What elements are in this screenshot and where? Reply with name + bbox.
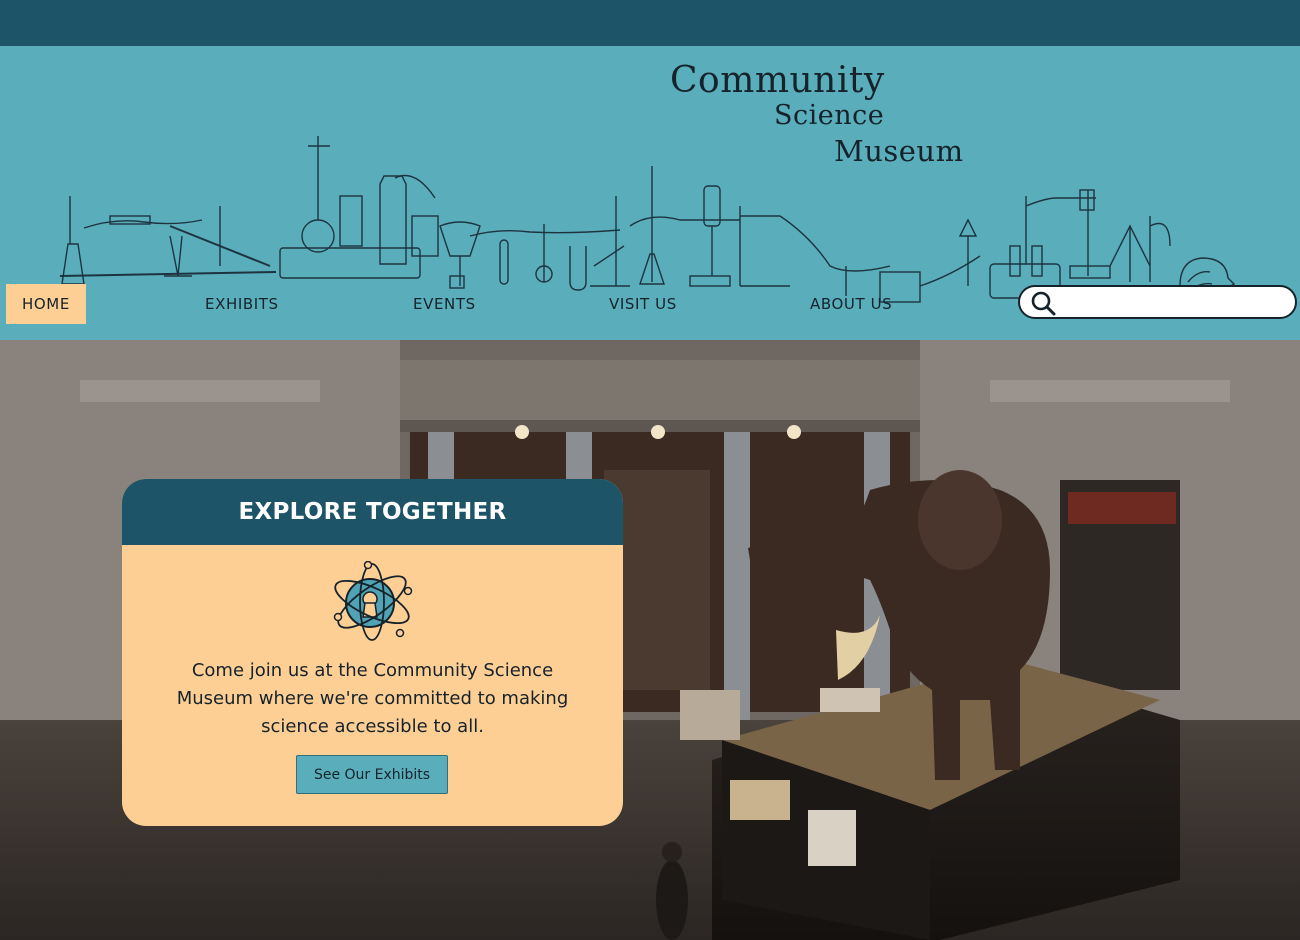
explore-together-card: EXPLORE TOGETHER Come join us at the Com… (122, 479, 623, 826)
search-box[interactable] (1018, 285, 1297, 319)
nav-exhibits[interactable]: EXHIBITS (205, 284, 279, 324)
card-description: Come join us at the Community Science Mu… (176, 660, 569, 737)
logo-line-2: Science (774, 100, 885, 131)
museum-logo[interactable]: Community Science Museum (668, 58, 988, 168)
card-title: EXPLORE TOGETHER (238, 499, 507, 525)
nav-visit-us[interactable]: VISIT US (609, 284, 677, 324)
nav-home[interactable]: HOME (6, 284, 86, 324)
top-bar (0, 0, 1300, 46)
logo-line-3: Museum (834, 134, 964, 168)
atom-icon (333, 561, 413, 641)
nav-about-us[interactable]: ABOUT US (810, 284, 892, 324)
card-header: EXPLORE TOGETHER (122, 479, 623, 545)
magnifier-icon (1031, 291, 1056, 316)
search-input[interactable] (1062, 291, 1288, 313)
site-header: Community Science Museum HOME EXHIBITS E… (0, 46, 1300, 340)
logo-line-1: Community (670, 60, 885, 101)
see-exhibits-button[interactable]: See Our Exhibits (296, 755, 448, 794)
nav-events[interactable]: EVENTS (413, 284, 476, 324)
